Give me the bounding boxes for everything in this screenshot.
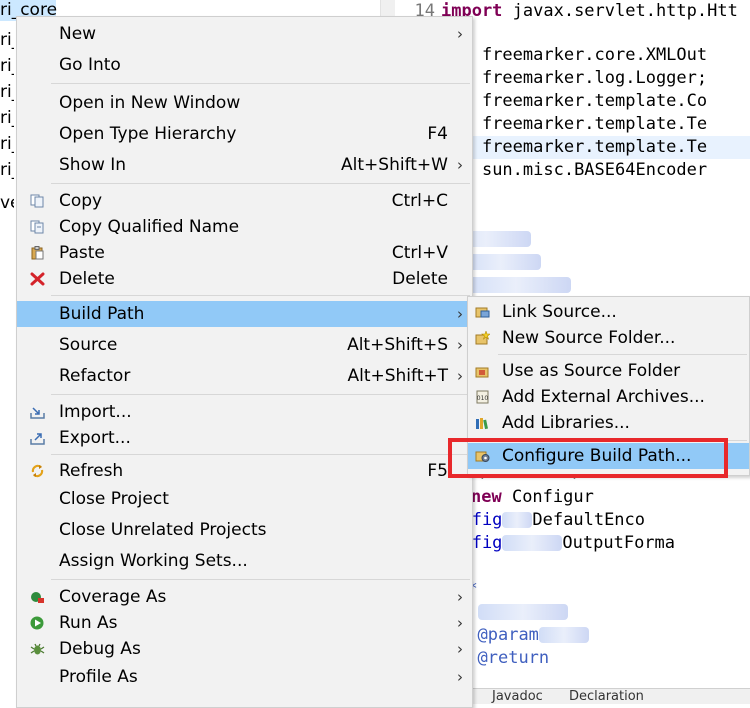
menu-item-debug-as[interactable]: Debug As › bbox=[17, 636, 472, 662]
redacted-text bbox=[461, 254, 542, 270]
submenu-arrow-icon: › bbox=[457, 336, 463, 354]
menu-item-use-as-source-folder[interactable]: Use as Source Folder bbox=[468, 358, 749, 384]
tree-item[interactable]: ri_ bbox=[0, 131, 14, 157]
run-icon bbox=[30, 616, 44, 630]
code-text: sun.misc.BASE64Encoder bbox=[471, 160, 708, 180]
tree-item[interactable]: ve bbox=[0, 190, 14, 216]
menu-item-go-into[interactable]: Go Into bbox=[17, 52, 472, 78]
redacted-text bbox=[538, 627, 589, 643]
shortcut-label: Alt+Shift+S bbox=[347, 335, 448, 355]
menu-item-open-in-new-window[interactable]: Open in New Window bbox=[17, 90, 472, 116]
tab-declaration[interactable]: Declaration bbox=[569, 689, 644, 704]
javadoc-return: @return bbox=[477, 648, 550, 668]
tree-item[interactable]: ri_ bbox=[0, 79, 14, 105]
redacted-text bbox=[461, 277, 572, 293]
link-source-icon bbox=[475, 307, 490, 318]
code-text: DefaultEnco bbox=[532, 510, 646, 530]
javadoc-param: @param bbox=[477, 625, 539, 645]
menu-item-build-path[interactable]: Build Path › bbox=[17, 301, 472, 327]
menu-item-link-source[interactable]: Link Source... bbox=[468, 299, 749, 325]
paste-icon bbox=[31, 246, 44, 260]
copy-qualified-icon bbox=[30, 220, 44, 234]
menu-item-coverage-as[interactable]: Coverage As › bbox=[17, 584, 472, 610]
shortcut-label: F5 bbox=[427, 461, 448, 481]
add-external-archives-icon: 010 bbox=[476, 390, 489, 404]
tree-item[interactable]: ri_ bbox=[0, 105, 14, 131]
menu-item-add-libraries[interactable]: Add Libraries... bbox=[468, 410, 749, 436]
submenu-arrow-icon: › bbox=[457, 156, 463, 174]
shortcut-label: Ctrl+C bbox=[391, 191, 448, 211]
shortcut-label: F4 bbox=[427, 124, 448, 144]
menu-item-run-as[interactable]: Run As › bbox=[17, 610, 472, 636]
menu-separator bbox=[51, 394, 470, 395]
submenu-arrow-icon: › bbox=[457, 588, 463, 606]
submenu-arrow-icon: › bbox=[457, 614, 463, 632]
shortcut-label: Alt+Shift+T bbox=[347, 366, 448, 386]
menu-item-show-in[interactable]: Show In Alt+Shift+W › bbox=[17, 152, 472, 178]
menu-item-close-project[interactable]: Close Project bbox=[17, 486, 472, 512]
svg-text:010: 010 bbox=[477, 395, 489, 402]
tree-item[interactable]: ri_ bbox=[0, 157, 14, 183]
menu-item-copy[interactable]: Copy Ctrl+C bbox=[17, 188, 472, 214]
code-text: freemarker.template.Te bbox=[471, 114, 708, 134]
context-menu: New › Go Into Open in New Window Open Ty… bbox=[16, 16, 473, 708]
shortcut-label: Alt+Shift+W bbox=[341, 155, 448, 175]
menu-item-assign-working-sets[interactable]: Assign Working Sets... bbox=[17, 548, 472, 574]
code-text: javax.servlet.http.Htt bbox=[502, 1, 738, 21]
shortcut-label: Ctrl+V bbox=[391, 243, 448, 263]
shortcut-label: Delete bbox=[392, 269, 448, 289]
tree-item[interactable]: ri_ bbox=[0, 53, 14, 79]
bottom-views-tabbar: Javadoc Declaration bbox=[470, 688, 750, 704]
submenu-arrow-icon: › bbox=[457, 367, 463, 385]
menu-item-source[interactable]: Source Alt+Shift+S › bbox=[17, 332, 472, 358]
menu-item-close-unrelated-projects[interactable]: Close Unrelated Projects bbox=[17, 517, 472, 543]
tab-javadoc[interactable]: Javadoc bbox=[492, 689, 543, 704]
code-text: OutputForma bbox=[562, 533, 676, 553]
menu-separator bbox=[51, 454, 470, 455]
redacted-text bbox=[502, 512, 533, 528]
redacted-text bbox=[477, 604, 568, 620]
add-libraries-icon bbox=[476, 418, 488, 430]
menu-item-add-external-archives[interactable]: 010 Add External Archives... bbox=[468, 384, 749, 410]
code-text: freemarker.template.Te bbox=[471, 137, 708, 157]
delete-icon bbox=[30, 272, 45, 286]
menu-item-delete[interactable]: Delete Delete bbox=[17, 266, 472, 292]
menu-separator bbox=[51, 295, 470, 296]
submenu-arrow-icon: › bbox=[457, 25, 463, 43]
menu-item-refresh[interactable]: Refresh F5 bbox=[17, 458, 472, 484]
menu-item-export[interactable]: Export... bbox=[17, 425, 472, 451]
menu-item-import[interactable]: Import... bbox=[17, 399, 472, 425]
debug-icon bbox=[30, 643, 45, 655]
menu-separator bbox=[51, 579, 470, 580]
menu-item-new[interactable]: New › bbox=[17, 21, 472, 47]
code-text: freemarker.log.Logger; bbox=[471, 68, 708, 88]
menu-item-refactor[interactable]: Refactor Alt+Shift+T › bbox=[17, 363, 472, 389]
import-icon bbox=[30, 407, 45, 419]
menu-item-copy-qualified-name[interactable]: Copy Qualified Name bbox=[17, 214, 472, 240]
tree-item[interactable]: ri_ bbox=[0, 27, 14, 53]
code-text: freemarker.core.XMLOut bbox=[471, 45, 708, 65]
menu-separator bbox=[51, 83, 470, 84]
copy-icon bbox=[30, 194, 44, 208]
submenu-arrow-icon: › bbox=[457, 668, 463, 686]
menu-separator bbox=[51, 183, 470, 184]
redacted-text bbox=[502, 535, 563, 551]
submenu-arrow-icon: › bbox=[457, 640, 463, 658]
coverage-icon bbox=[31, 592, 44, 603]
use-as-source-folder-icon bbox=[475, 367, 489, 378]
menu-item-paste[interactable]: Paste Ctrl+V bbox=[17, 240, 472, 266]
menu-item-new-source-folder[interactable]: New Source Folder... bbox=[468, 325, 749, 351]
keyword: new bbox=[471, 487, 502, 507]
submenu-arrow-icon: › bbox=[457, 305, 463, 323]
menu-item-profile-as[interactable]: Profile As › bbox=[17, 664, 472, 690]
highlight-annotation-box bbox=[448, 438, 728, 478]
code-text: Configur bbox=[501, 487, 594, 507]
menu-item-open-type-hierarchy[interactable]: Open Type Hierarchy F4 bbox=[17, 121, 472, 147]
code-text: freemarker.template.Co bbox=[471, 91, 708, 111]
refresh-icon bbox=[31, 464, 44, 478]
export-icon bbox=[30, 433, 45, 445]
menu-separator bbox=[498, 354, 747, 355]
new-source-folder-icon bbox=[475, 331, 490, 345]
